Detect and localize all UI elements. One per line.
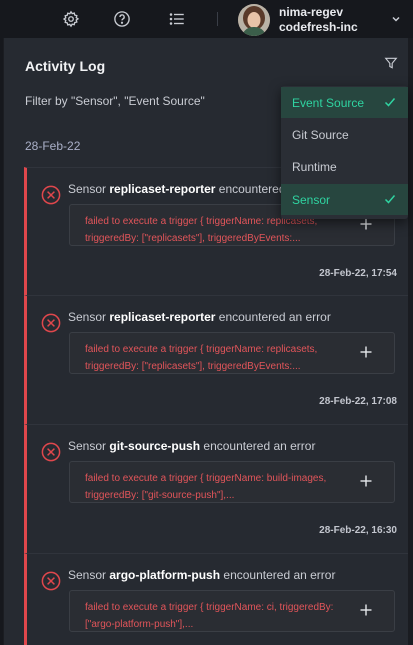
expand-icon[interactable] [360,345,372,358]
error-icon [41,571,61,591]
error-details: failed to execute a trigger { triggerNam… [85,473,327,501]
event-card[interactable]: Sensor argo-platform-push encountered an… [24,553,410,645]
event-type: Sensor [68,568,107,582]
event-message: encountered an error [203,439,316,453]
event-type: Sensor [68,182,107,196]
event-timestamp: 28-Feb-22, 17:54 [319,268,397,279]
filter-option-label: Sensor [292,193,331,207]
event-source[interactable]: replicaset-reporter [109,182,215,196]
user-org[interactable]: codefresh-inc [279,20,358,34]
filter-icon[interactable] [384,56,400,72]
event-source[interactable]: argo-platform-push [109,568,220,582]
event-card[interactable]: Sensor replicaset-reporter encountered a… [24,295,410,424]
filter-option-git-source[interactable]: Git Source [281,119,408,150]
check-icon [384,193,396,205]
topbar-divider [217,12,218,26]
filter-option-label: Runtime [292,160,337,174]
filter-option-label: Git Source [292,128,349,142]
filter-option-sensor[interactable]: Sensor [281,184,408,215]
error-details-box[interactable]: failed to execute a trigger { triggerNam… [69,332,395,374]
help-icon[interactable] [111,8,133,30]
event-source[interactable]: git-source-push [109,439,200,453]
top-bar: nima-regev codefresh-inc [0,0,413,38]
event-message: encountered an error [223,568,336,582]
avatar[interactable] [238,4,270,36]
check-icon [384,96,396,108]
settings-icon[interactable] [60,8,82,30]
error-details: failed to execute a trigger { triggerNam… [85,602,334,630]
event-type: Sensor [68,310,107,324]
error-icon [41,185,61,205]
filter-option-runtime[interactable]: Runtime [281,151,408,182]
event-timestamp: 28-Feb-22, 16:30 [319,525,397,536]
filter-option-event-source[interactable]: Event Source [281,87,408,118]
event-title: Sensor argo-platform-push encountered an… [68,568,335,582]
filter-summary: Filter by "Sensor", "Event Source" [25,94,205,108]
error-details-box[interactable]: failed to execute a trigger { triggerNam… [69,590,395,632]
event-message: encountered an error [218,310,331,324]
error-icon [41,442,61,462]
expand-icon[interactable] [360,474,372,487]
event-type: Sensor [68,439,107,453]
error-details-box[interactable]: failed to execute a trigger { triggerNam… [69,461,395,503]
event-title: Sensor replicaset-reporter encountered a… [68,310,331,324]
filter-dropdown: Event Source Git Source Runtime Sensor [281,86,408,219]
event-card[interactable]: Sensor git-source-push encountered an er… [24,424,410,553]
event-source[interactable]: replicaset-reporter [109,310,215,324]
event-timestamp: 28-Feb-22, 17:08 [319,396,397,407]
error-icon [41,313,61,333]
panel-title: Activity Log [25,58,106,74]
error-details: failed to execute a trigger { triggerNam… [85,344,318,372]
chevron-down-icon[interactable] [390,12,402,30]
filter-option-label: Event Source [292,96,365,110]
event-title: Sensor git-source-push encountered an er… [68,439,315,453]
list-icon[interactable] [166,8,188,30]
scrollbar[interactable] [408,38,413,645]
user-name[interactable]: nima-regev [279,5,343,19]
date-group-header: 28-Feb-22 [25,139,81,153]
expand-icon[interactable] [360,603,372,616]
